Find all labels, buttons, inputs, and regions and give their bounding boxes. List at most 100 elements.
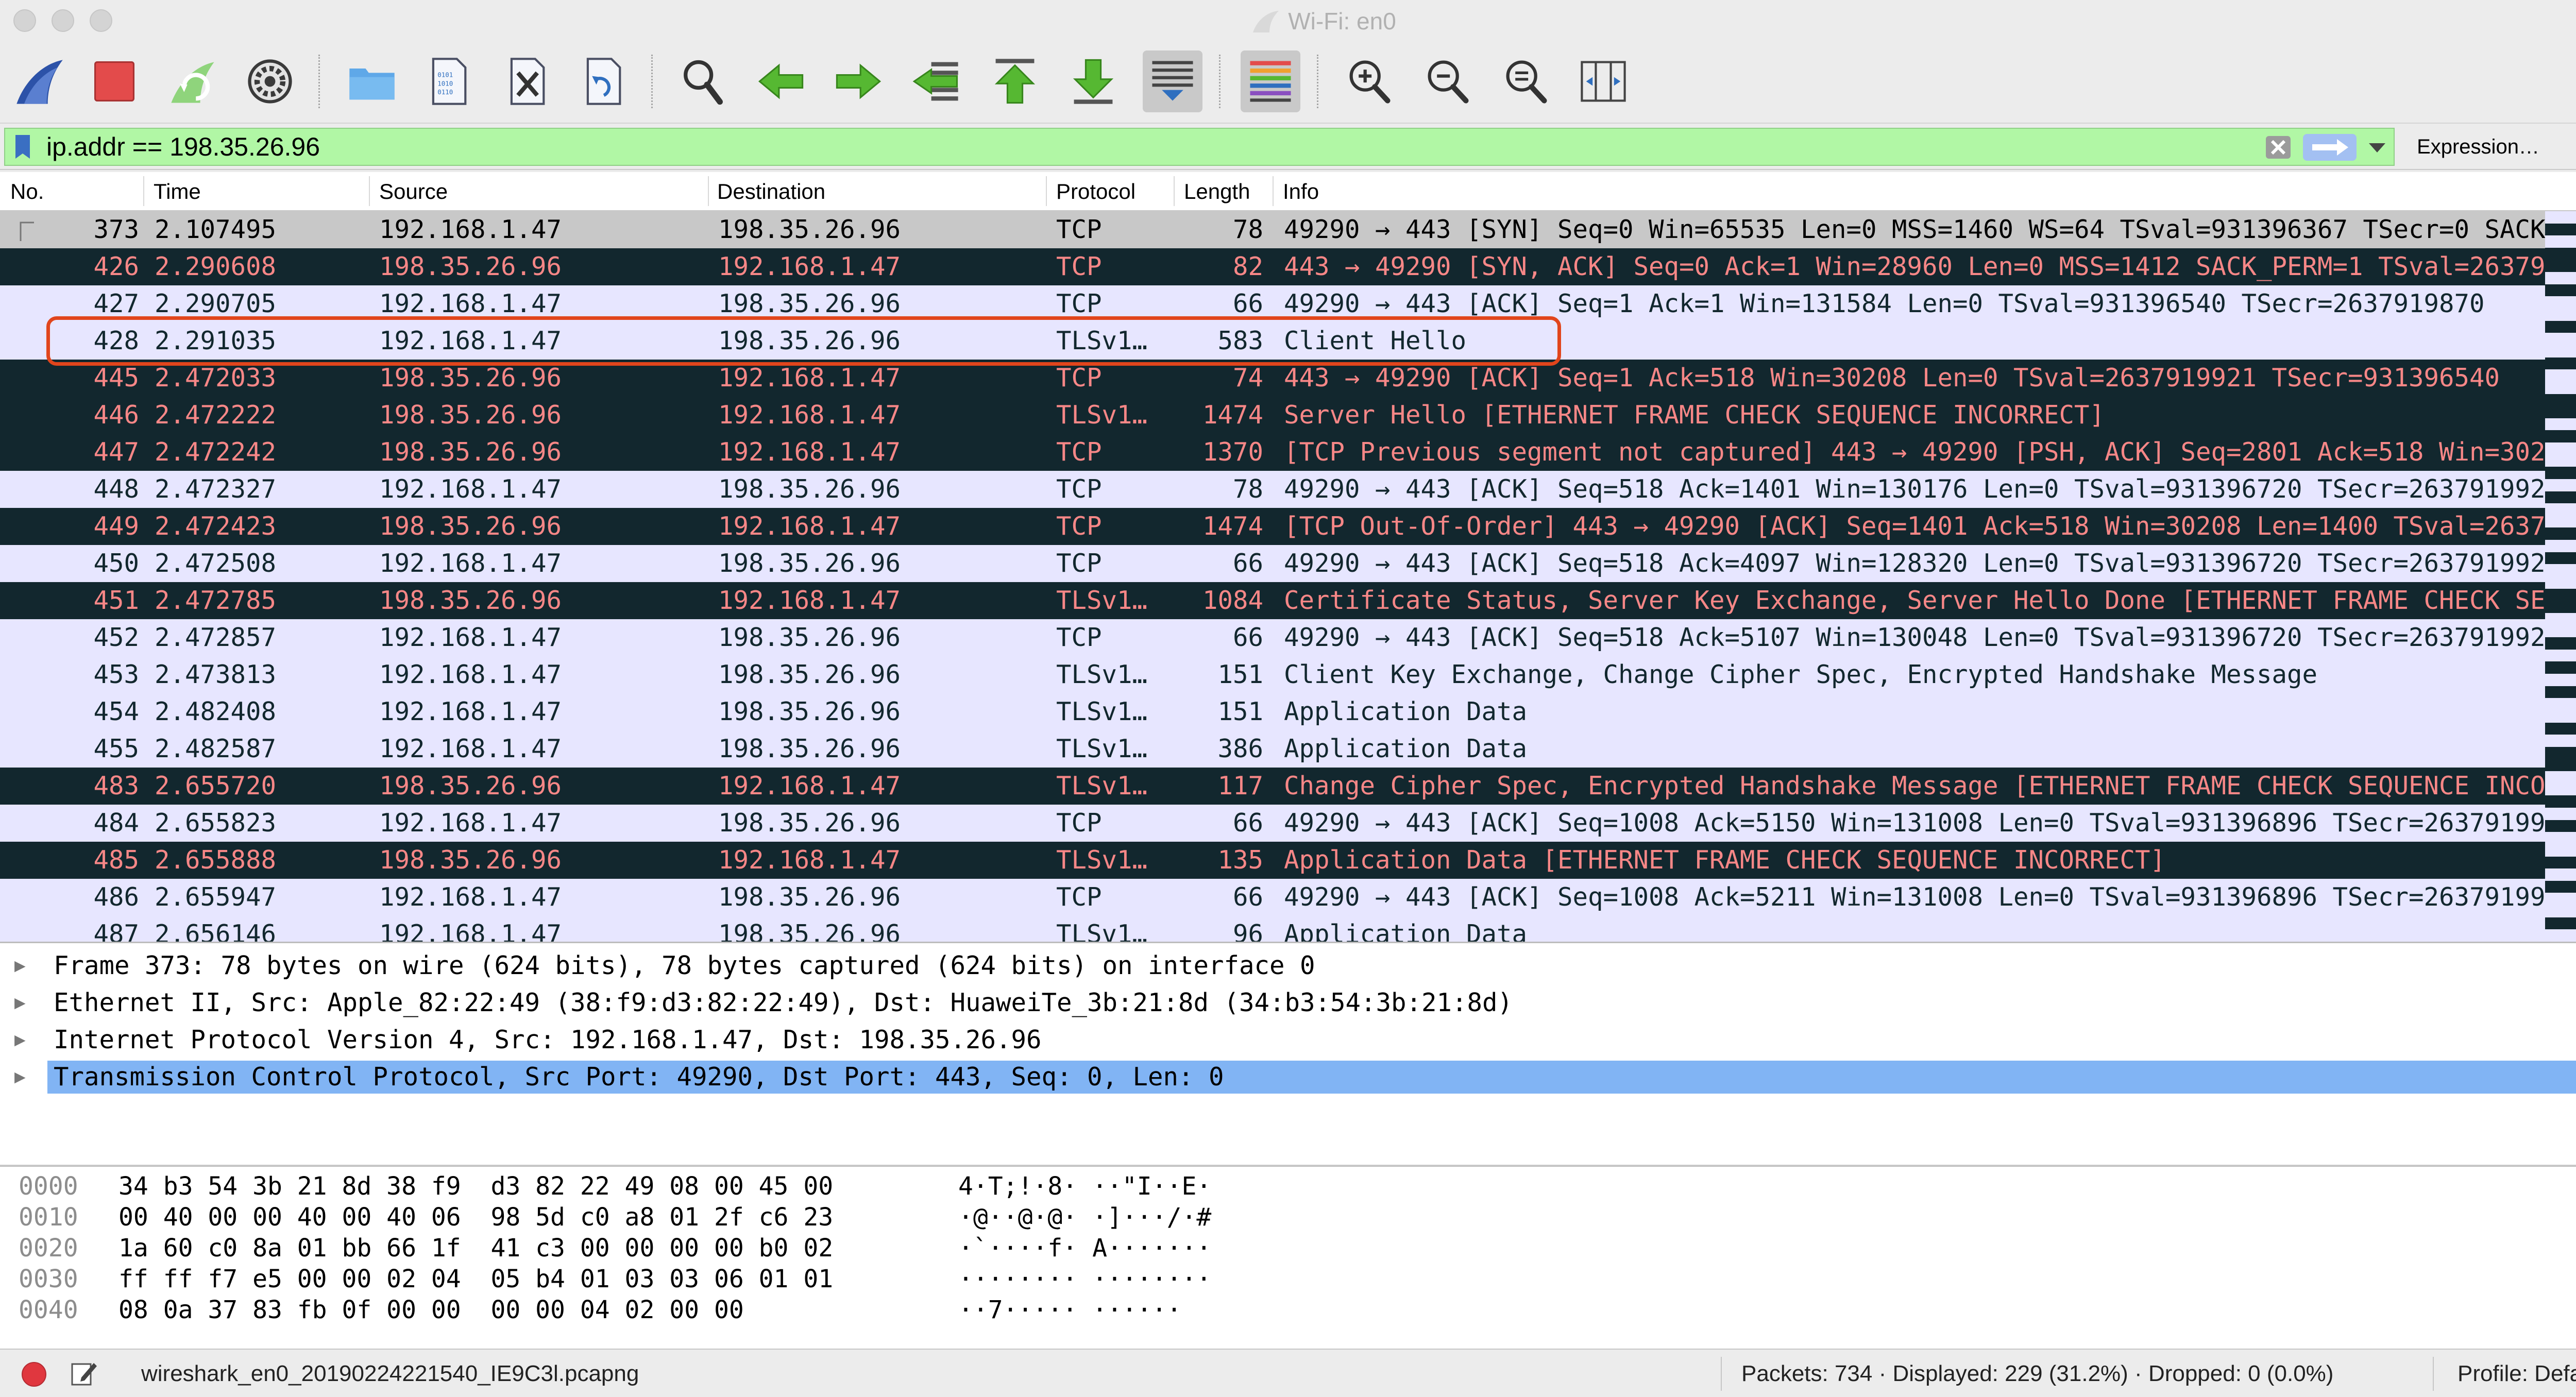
minimap-stripe <box>2545 479 2576 491</box>
hex-dump-row[interactable]: 0010 00 40 00 00 40 00 40 06 98 5d c0 a8 … <box>0 1202 2576 1233</box>
detail-tree-item[interactable]: ▶ Internet Protocol Version 4, Src: 192.1… <box>0 1021 2576 1059</box>
hex-dump-row[interactable]: 0000 34 b3 54 3b 21 8d 38 f9 d3 82 22 49 … <box>0 1171 2576 1202</box>
packet-cell-no: 483 <box>93 771 139 800</box>
configuration-profile[interactable]: Profile: Default <box>2458 1360 2576 1388</box>
packet-row[interactable]: 483 2.655720 198.35.26.96 192.168.1.47 TLSv1… <box>0 768 2545 805</box>
packet-row[interactable]: 454 2.482408 192.168.1.47 198.35.26.96 TLSv1… <box>0 693 2545 730</box>
hex-dump-row[interactable]: 0040 08 0a 37 83 fb 0f 00 00 00 00 04 02 … <box>0 1294 2576 1325</box>
main-toolbar: 0101 1010 0110 <box>0 41 2576 124</box>
first-packet-button[interactable] <box>985 50 1045 112</box>
display-filter-input[interactable] <box>46 131 2262 163</box>
packet-cell-info: Change Cipher Spec, Encrypted Handshake … <box>1284 771 2545 800</box>
packet-cell-dst: 198.35.26.96 <box>718 734 901 763</box>
capture-comment-icon[interactable] <box>69 1359 98 1388</box>
column-header-no[interactable]: No. <box>10 176 44 207</box>
column-header-destination[interactable]: Destination <box>717 176 825 207</box>
packet-row[interactable]: 446 2.472222 198.35.26.96 192.168.1.47 TLSv1… <box>0 397 2545 434</box>
detail-tree-label: Transmission Control Protocol, Src Port:… <box>47 1061 2576 1094</box>
packet-row[interactable]: 448 2.472327 192.168.1.47 198.35.26.96 TCP 78… <box>0 471 2545 508</box>
hex-offset: 0030 <box>19 1265 78 1293</box>
packet-cell-time: 2.655720 <box>155 771 277 800</box>
packet-row[interactable]: 451 2.472785 198.35.26.96 192.168.1.47 TLSv1… <box>0 582 2545 619</box>
packet-row[interactable]: 455 2.482587 192.168.1.47 198.35.26.96 TLSv1… <box>0 730 2545 768</box>
packet-row[interactable]: 484 2.655823 192.168.1.47 198.35.26.96 TCP 66… <box>0 805 2545 842</box>
detail-tree-item[interactable]: ▶ Ethernet II, Src: Apple_82:22:49 (38:f9… <box>0 984 2576 1021</box>
open-file-button[interactable] <box>342 50 402 112</box>
go-to-packet-button[interactable] <box>907 50 967 112</box>
normal-size-button[interactable] <box>1496 50 1556 112</box>
expand-triangle-icon[interactable]: ▶ <box>14 1059 35 1096</box>
normal-size-icon <box>1506 60 1547 104</box>
filter-history-dropdown-icon[interactable] <box>2363 137 2392 158</box>
packet-cell-info: 49290 → 443 [SYN] Seq=0 Win=65535 Len=0 … <box>1284 215 2545 244</box>
expand-triangle-icon[interactable]: ▶ <box>14 984 35 1021</box>
minimap-stripe <box>2545 357 2576 370</box>
packet-row[interactable]: 450 2.472508 192.168.1.47 198.35.26.96 TCP 66… <box>0 545 2545 582</box>
column-header-info[interactable]: Info <box>1283 176 1319 207</box>
column-divider[interactable] <box>1174 176 1175 206</box>
packet-row[interactable]: 426 2.290608 198.35.26.96 192.168.1.47 TCP 82… <box>0 248 2545 285</box>
shark-fin-start-icon <box>16 60 63 104</box>
expression-button[interactable]: Expression… <box>2416 132 2540 162</box>
column-divider[interactable] <box>1273 176 1274 206</box>
packet-cell-no: 373 <box>93 215 139 244</box>
column-header-time[interactable]: Time <box>154 176 201 207</box>
column-header-length[interactable]: Length <box>1184 176 1250 207</box>
minimap-stripe <box>2545 272 2576 285</box>
packet-cell-proto: TCP <box>1056 808 1102 838</box>
reload-file-button[interactable] <box>573 50 633 112</box>
column-header-source[interactable]: Source <box>379 176 448 207</box>
packet-row[interactable]: 373 2.107495 192.168.1.47 198.35.26.96 TCP 78… <box>0 211 2545 248</box>
hex-dump-row[interactable]: 0020 1a 60 c0 8a 01 bb 66 1f 41 c3 00 00 … <box>0 1233 2576 1264</box>
capture-options-button[interactable] <box>240 50 300 112</box>
packet-row[interactable]: 447 2.472242 198.35.26.96 192.168.1.47 TCP 13… <box>0 434 2545 471</box>
column-divider[interactable] <box>708 176 709 206</box>
restart-capture-button[interactable] <box>163 50 223 112</box>
autoscroll-button[interactable] <box>1143 50 1202 112</box>
detail-tree-item[interactable]: ▶ Transmission Control Protocol, Src Port… <box>0 1059 2576 1096</box>
packet-cell-dst: 198.35.26.96 <box>718 697 901 726</box>
packet-cell-src: 192.168.1.47 <box>379 474 562 504</box>
minimap-stripe <box>2545 491 2576 504</box>
zoom-in-button[interactable] <box>1340 50 1399 112</box>
detail-tree-item[interactable]: ▶ Frame 373: 78 bytes on wire (624 bits),… <box>0 947 2576 984</box>
packet-row[interactable]: 452 2.472857 192.168.1.47 198.35.26.96 TCP 66… <box>0 619 2545 656</box>
save-file-button[interactable]: 0101 1010 0110 <box>418 50 478 112</box>
go-forward-button[interactable] <box>828 50 888 112</box>
expand-triangle-icon[interactable]: ▶ <box>14 947 35 984</box>
find-packet-button[interactable] <box>673 50 733 112</box>
zoom-out-button[interactable] <box>1418 50 1478 112</box>
packet-cell-proto: TCP <box>1056 437 1102 467</box>
column-header-protocol[interactable]: Protocol <box>1056 176 1136 207</box>
last-packet-button[interactable] <box>1063 50 1123 112</box>
packet-row[interactable]: 487 2.656146 192.168.1.47 198.35.26.96 TLSv1… <box>0 916 2545 942</box>
column-divider[interactable] <box>143 176 144 206</box>
packet-row[interactable]: 486 2.655947 192.168.1.47 198.35.26.96 TCP 66… <box>0 879 2545 916</box>
filter-bookmark-icon[interactable] <box>14 134 31 160</box>
expand-triangle-icon[interactable]: ▶ <box>14 1021 35 1059</box>
hex-dump-row[interactable]: 0030 ff ff f7 e5 00 00 02 04 05 b4 01 03 … <box>0 1264 2576 1294</box>
minimap-stripe <box>2545 406 2576 419</box>
clear-filter-icon[interactable] <box>2264 135 2293 160</box>
packet-row[interactable]: 453 2.473813 192.168.1.47 198.35.26.96 TLSv1… <box>0 656 2545 693</box>
packet-row[interactable]: 485 2.655888 198.35.26.96 192.168.1.47 TLSv1… <box>0 842 2545 879</box>
expert-info-indicator-icon[interactable] <box>22 1362 46 1387</box>
close-file-button[interactable] <box>497 50 556 112</box>
packet-cell-no: 448 <box>93 474 139 504</box>
stop-capture-button[interactable] <box>84 50 144 112</box>
minimap-stripe <box>2545 698 2576 711</box>
packet-row[interactable]: 449 2.472423 198.35.26.96 192.168.1.47 TCP 14… <box>0 508 2545 545</box>
packet-list-minimap[interactable] <box>2545 211 2576 942</box>
packet-cell-no: 452 <box>93 623 139 652</box>
minimap-stripe <box>2545 722 2576 735</box>
colorize-button[interactable] <box>1241 50 1300 112</box>
packet-cell-dst: 198.35.26.96 <box>718 474 901 504</box>
toolbar-separator <box>1317 55 1318 108</box>
column-divider[interactable] <box>369 176 370 206</box>
go-back-button[interactable] <box>751 50 811 112</box>
packet-cell-no: 486 <box>93 882 139 912</box>
resize-columns-button[interactable] <box>1573 50 1633 112</box>
apply-filter-button[interactable] <box>2303 134 2357 161</box>
start-capture-button[interactable] <box>9 50 69 112</box>
column-divider[interactable] <box>1046 176 1047 206</box>
